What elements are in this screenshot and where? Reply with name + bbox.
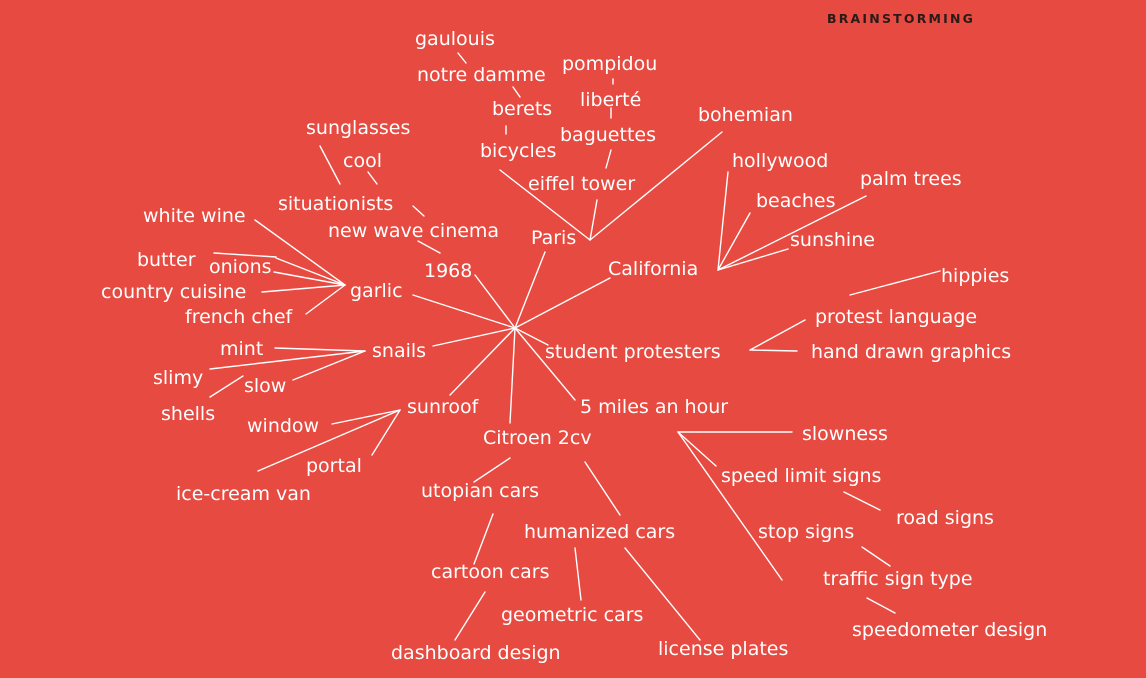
node-pompidou: pompidou (562, 53, 658, 75)
node-garlic: garlic (350, 280, 403, 302)
node-white-wine: white wine (143, 205, 246, 227)
node-eiffel-tower: eiffel tower (528, 173, 636, 195)
node-french-chef: french chef (185, 306, 293, 328)
connector-line (584, 461, 621, 516)
node-speedometer-design: speedometer design (852, 619, 1048, 641)
link-hub-5mph (514, 327, 576, 401)
node-snails: snails (372, 340, 427, 362)
connector-line (749, 319, 806, 351)
link-hub-1968 (474, 274, 516, 329)
connector-line (331, 409, 401, 425)
node-geometric-cars: geometric cars (501, 604, 644, 626)
node-gaulouis: gaulouis (415, 28, 495, 50)
connector-line (473, 457, 511, 483)
node-bicycles: bicycles (480, 140, 557, 162)
node-notre-damme: notre damme (417, 64, 546, 86)
connector-line (305, 284, 346, 315)
node-california: California (608, 258, 699, 280)
node-butter: butter (137, 249, 196, 271)
connector-line (677, 431, 783, 581)
connector-line (274, 347, 366, 352)
node-portal: portal (306, 455, 362, 477)
connector-line (457, 52, 467, 64)
node-license-plates: license plates (658, 638, 789, 660)
connector-line (454, 591, 486, 641)
node-new-wave-cinema: new wave cinema (328, 220, 500, 242)
node-humanized-cars: humanized cars (524, 521, 676, 543)
node-traffic-sign-type: traffic sign type (823, 568, 973, 590)
node-road-signs: road signs (896, 507, 994, 529)
node-mint: mint (220, 338, 264, 360)
link-hub-sunroof (449, 327, 516, 396)
node-palm-trees: palm trees (860, 168, 962, 190)
link-hub-paris (514, 251, 546, 329)
node-bohemian: bohemian (698, 104, 793, 126)
connector-line (589, 199, 598, 241)
node-protest-language: protest language (815, 306, 978, 328)
node-hollywood: hollywood (732, 150, 829, 172)
node-1968: 1968 (424, 260, 473, 282)
connector-line (861, 546, 891, 567)
connector-line (417, 240, 441, 254)
connector-line (677, 431, 717, 467)
link-hub-citroen (509, 327, 516, 424)
node-sunglasses: sunglasses (306, 117, 411, 139)
node-citroen-2cv: Citroen 2cv (483, 427, 592, 449)
node-utopian-cars: utopian cars (421, 480, 539, 502)
connector-line (843, 491, 881, 511)
node-ice-cream-van: ice-cream van (176, 483, 311, 505)
node-sunshine: sunshine (790, 229, 875, 251)
link-hub-snails (432, 327, 516, 347)
link-hub-student-protesters (514, 327, 549, 346)
node-shells: shells (161, 403, 216, 425)
node-baguettes: baguettes (560, 124, 656, 146)
node-stop-signs: stop signs (758, 521, 855, 543)
node-student-protesters: student protesters (545, 341, 721, 363)
connector-line (574, 547, 582, 601)
node-paris: Paris (531, 227, 577, 249)
node-country-cuisine: country cuisine (101, 281, 247, 303)
link-hub-california (514, 277, 611, 329)
connector-line (319, 145, 341, 185)
link-hub-garlic (412, 294, 516, 329)
node-cool: cool (343, 150, 382, 172)
node-liberte: liberté (580, 89, 642, 111)
node-onions: onions (209, 256, 272, 278)
page-title: BRAINSTORMING (827, 11, 976, 26)
node-hippies: hippies (941, 265, 1010, 287)
connector-line (866, 597, 896, 614)
connector-line (209, 375, 244, 398)
node-situationists: situationists (278, 193, 394, 215)
node-berets: berets (492, 98, 553, 120)
node-speed-limit-signs: speed limit signs (721, 465, 882, 487)
mind-map-canvas (209, 52, 941, 641)
node-5-miles-an-hour: 5 miles an hour (580, 396, 729, 418)
connector-line (605, 149, 612, 169)
node-slimy: slimy (153, 367, 204, 389)
connector-line (849, 270, 941, 296)
node-sunroof: sunroof (407, 396, 479, 418)
connector-line (624, 547, 701, 641)
connector-line (512, 86, 521, 98)
connector-line (273, 271, 346, 286)
node-beaches: beaches (756, 190, 836, 212)
connector-line (749, 349, 798, 352)
connector-line (275, 257, 346, 286)
connector-line (412, 205, 425, 217)
connector-line (367, 171, 378, 185)
node-hand-drawn-graphics: hand drawn graphics (811, 341, 1012, 363)
connector-line (473, 513, 494, 565)
node-cartoon-cars: cartoon cars (431, 561, 550, 583)
node-slow: slow (244, 375, 287, 397)
node-window: window (247, 415, 320, 437)
connector-line (261, 284, 346, 293)
node-slowness: slowness (802, 423, 888, 445)
node-dashboard-design: dashboard design (391, 642, 561, 664)
